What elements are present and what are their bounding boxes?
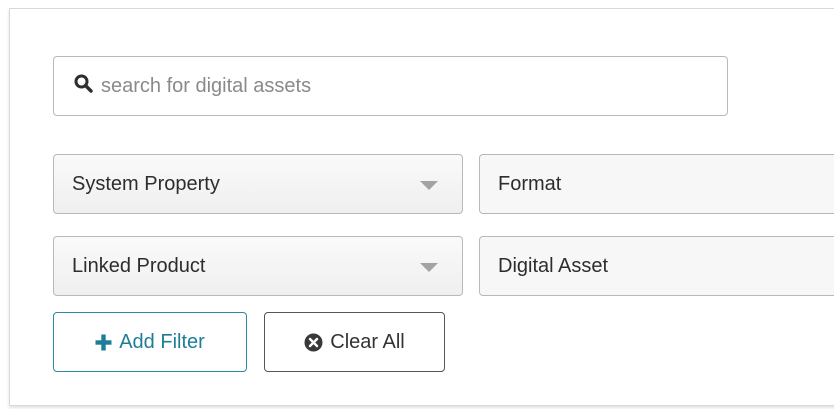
add-filter-label: Add Filter	[119, 330, 205, 353]
caret-down-icon	[420, 181, 438, 190]
filter-value-label: Digital Asset	[498, 254, 609, 277]
filter-value-field-1[interactable]: Format	[479, 154, 834, 214]
clear-all-label: Clear All	[330, 330, 405, 353]
search-input[interactable]	[101, 74, 661, 98]
plus-icon	[95, 334, 112, 351]
filter-value-field-2[interactable]: Digital Asset	[479, 236, 834, 296]
add-filter-button[interactable]: Add Filter	[53, 312, 247, 372]
filter-value-label: Format	[498, 172, 562, 195]
caret-down-icon	[420, 263, 438, 272]
filter-property-select-1[interactable]: System Property	[53, 154, 463, 214]
search-icon	[74, 74, 93, 98]
filter-property-label: System Property	[72, 172, 220, 195]
x-circle-icon	[304, 333, 323, 352]
filter-property-select-2[interactable]: Linked Product	[53, 236, 463, 296]
filter-property-label: Linked Product	[72, 254, 206, 277]
clear-all-button[interactable]: Clear All	[264, 312, 445, 372]
search-field[interactable]	[53, 56, 728, 116]
